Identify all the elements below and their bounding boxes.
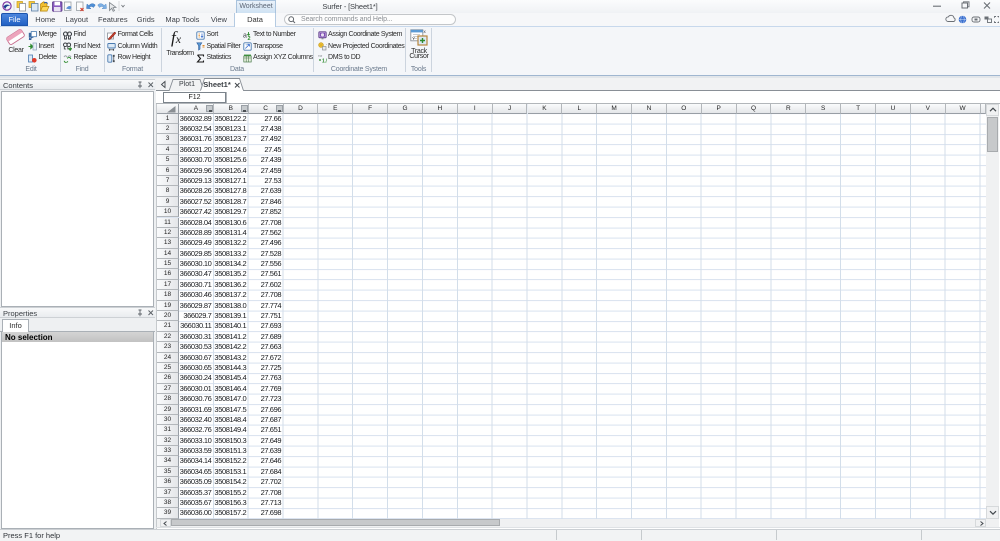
svg-text:Y: Y bbox=[412, 36, 415, 41]
svg-text:x: x bbox=[424, 29, 427, 34]
svg-text:1.5: 1.5 bbox=[322, 58, 327, 63]
svg-text:a: a bbox=[243, 32, 247, 39]
svg-text:2: 2 bbox=[247, 35, 250, 39]
